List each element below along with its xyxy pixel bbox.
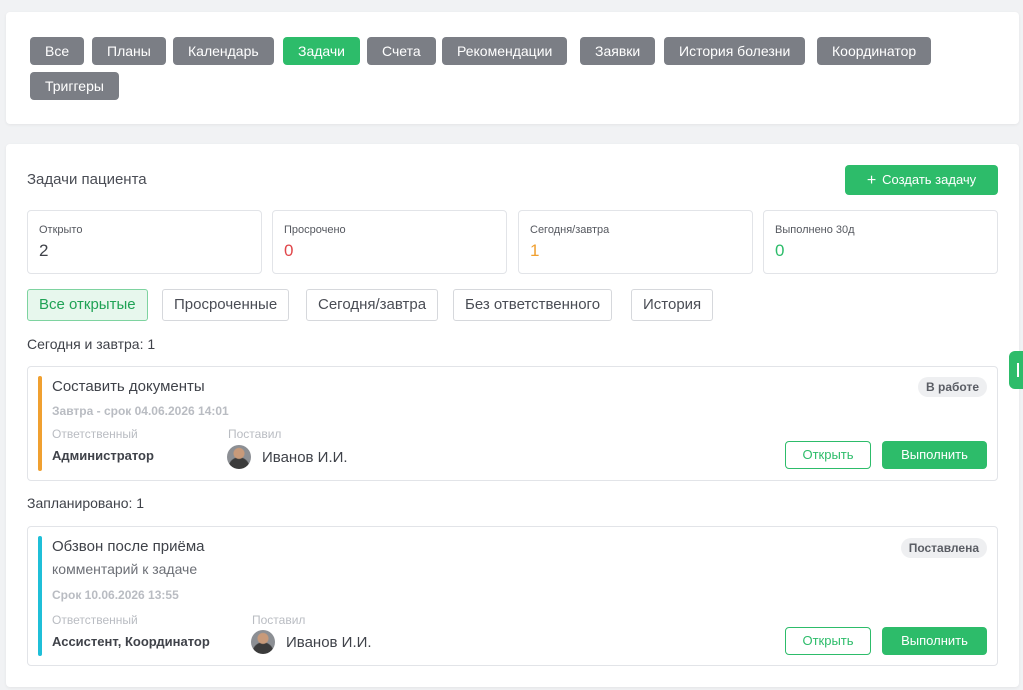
open-task-button[interactable]: Открыть [785,441,871,469]
assignee-label: Ответственный [52,613,138,627]
group-label-planned: Запланировано: 1 [27,495,145,511]
stat-value: 0 [284,241,294,260]
stat-label: Просрочено [284,224,346,236]
stat-label: Выполнено 30д [775,224,855,236]
creator-label: Поставил [228,427,282,441]
task-assignee: Ассистент, Координатор [52,634,210,649]
stat-open: Открыто 2 [27,210,262,274]
task-comment: комментарий к задаче [52,561,198,577]
task-due-date: Завтра - срок 04.06.2026 14:01 [52,404,229,418]
section-tabs-card: Все Планы Календарь Задачи Счета Рекомен… [6,12,1019,124]
stat-value: 0 [775,241,785,260]
tab-coordinator[interactable]: Координатор [817,37,932,65]
task-creator: Иванов И.И. [251,630,372,654]
creator-name: Иванов И.И. [286,633,372,651]
tab-tasks[interactable]: Задачи [283,37,361,65]
page-title: Задачи пациента [27,171,147,188]
open-task-button[interactable]: Открыть [785,627,871,655]
filter-overdue[interactable]: Просроченные [162,289,290,321]
create-task-label: Создать задачу [882,172,977,187]
creator-label: Поставил [252,613,306,627]
task-title: Обзвон после приёма [52,538,205,555]
avatar [227,445,251,469]
collapse-handle-icon [1017,363,1023,377]
patient-tasks-card: Задачи пациента + Создать задачу Открыто … [6,144,1019,687]
task-card[interactable]: Составить документы В работе Завтра - ср… [27,366,998,481]
avatar [251,630,275,654]
stat-overdue: Просрочено 0 [272,210,507,274]
tab-invoices[interactable]: Счета [367,37,436,65]
assignee-label: Ответственный [52,427,138,441]
create-task-button[interactable]: + Создать задачу [845,165,998,195]
stat-label: Сегодня/завтра [530,224,610,236]
tab-plans[interactable]: Планы [92,37,166,65]
task-due-date: Срок 10.06.2026 13:55 [52,588,179,602]
filter-unassigned[interactable]: Без ответственного [453,289,613,321]
plus-icon: + [866,172,877,189]
task-assignee: Администратор [52,448,154,463]
tab-all[interactable]: Все [30,37,85,65]
stat-done-30d: Выполнено 30д 0 [763,210,998,274]
task-title: Составить документы [52,378,205,395]
tab-recommendations[interactable]: Рекомендации [442,37,568,65]
tab-medical-history[interactable]: История болезни [664,37,806,65]
task-accent-bar [38,536,42,656]
task-accent-bar [38,376,42,471]
status-badge: В работе [918,377,987,397]
filter-all-open[interactable]: Все открытые [27,289,148,321]
complete-task-button[interactable]: Выполнить [882,627,987,655]
stat-value: 1 [530,241,540,260]
task-creator: Иванов И.И. [227,445,348,469]
group-label-today-tomorrow: Сегодня и завтра: 1 [27,336,156,352]
tab-requests[interactable]: Заявки [580,37,656,65]
status-badge: Поставлена [900,538,987,558]
tab-calendar[interactable]: Календарь [173,37,274,65]
stat-label: Открыто [39,224,83,236]
stat-today-tomorrow: Сегодня/завтра 1 [518,210,753,274]
collapse-handle[interactable] [1009,351,1023,389]
stat-value: 2 [39,241,49,260]
complete-task-button[interactable]: Выполнить [882,441,987,469]
task-card[interactable]: Обзвон после приёма Поставлена комментар… [27,526,998,666]
tab-triggers[interactable]: Триггеры [30,72,119,100]
filter-today-tomorrow[interactable]: Сегодня/завтра [306,289,439,321]
creator-name: Иванов И.И. [262,448,348,466]
filter-history[interactable]: История [631,289,714,321]
